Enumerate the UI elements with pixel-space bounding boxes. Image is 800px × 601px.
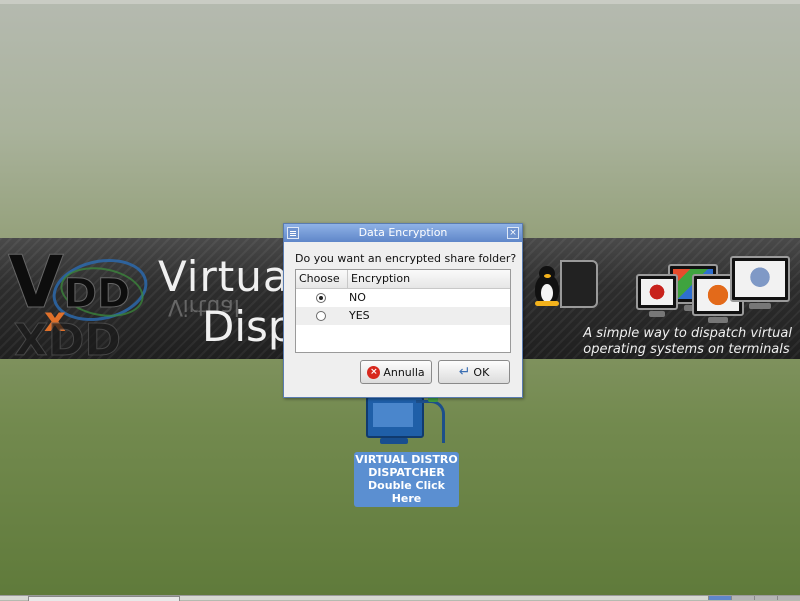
redhat-monitor-icon <box>636 274 678 317</box>
list-header: Choose Encryption <box>296 270 510 289</box>
workspace-3[interactable] <box>754 596 777 600</box>
cancel-button[interactable]: × Annulla <box>360 360 432 384</box>
list-row-yes[interactable]: YES <box>296 307 510 325</box>
option-label-no: NO <box>349 291 366 304</box>
tagline-line1: A simple way to dispatch virtual <box>583 326 792 341</box>
radio-yes[interactable] <box>316 311 326 321</box>
monitor-icon <box>560 260 598 308</box>
cancel-icon: × <box>367 365 381 379</box>
column-header-encryption[interactable]: Encryption <box>348 270 410 288</box>
gnome-monitor-icon <box>730 256 790 309</box>
ok-arrow-icon: ↵ <box>458 364 471 380</box>
banner-tagline: A simple way to dispatch virtual operati… <box>583 326 792 358</box>
top-panel <box>0 0 800 4</box>
list-row-no[interactable]: NO <box>296 289 510 307</box>
desktop-icon-label-line2: DISPATCHER <box>368 466 445 479</box>
cancel-button-label: Annulla <box>383 365 425 379</box>
radio-no[interactable] <box>316 293 326 303</box>
monitor-network-icon[interactable] <box>366 392 446 450</box>
desktop-icon-label-line4: Here <box>391 492 422 505</box>
data-encryption-dialog: Data Encryption × Do you want an encrypt… <box>283 223 523 398</box>
desktop-icon-label-line3: Double Click <box>368 479 445 492</box>
bottom-panel <box>0 595 800 601</box>
column-header-choose[interactable]: Choose <box>296 270 348 288</box>
logo-reflection: XDD <box>14 312 122 360</box>
option-label-yes: YES <box>349 309 370 322</box>
dialog-titlebar[interactable]: Data Encryption × <box>284 224 522 242</box>
window-menu-icon[interactable] <box>287 227 299 239</box>
tagline-line2: operating systems on terminals <box>583 342 790 357</box>
workspace-2[interactable] <box>731 596 754 600</box>
close-icon[interactable]: × <box>507 227 519 239</box>
ok-button-label: OK <box>473 365 490 379</box>
dialog-title: Data Encryption <box>358 226 448 239</box>
workspace-1[interactable] <box>708 596 731 600</box>
workspace-4[interactable] <box>777 596 800 600</box>
tux-penguin-icon <box>532 266 562 306</box>
desktop-icon-label-line1: VIRTUAL DISTRO <box>355 453 458 466</box>
desktop-icon-label[interactable]: VIRTUAL DISTRO DISPATCHER Double Click H… <box>354 452 459 507</box>
taskbar-item[interactable] <box>28 596 180 601</box>
ok-button[interactable]: ↵ OK <box>438 360 510 384</box>
dialog-question: Do you want an encrypted share folder? <box>295 252 517 265</box>
encryption-options-list: Choose Encryption NO YES <box>295 269 511 353</box>
